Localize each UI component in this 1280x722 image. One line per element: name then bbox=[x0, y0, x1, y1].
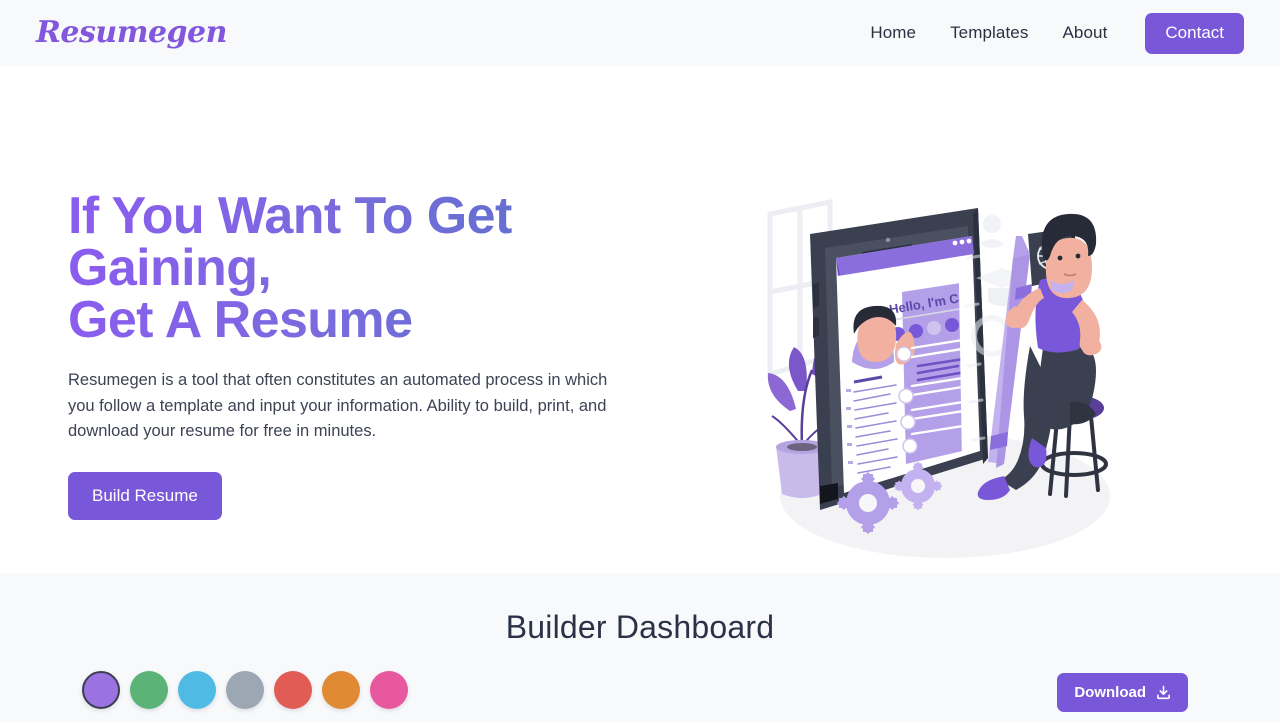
dashboard-section: Builder Dashboard Download bbox=[0, 573, 1280, 722]
download-button-label: Download bbox=[1074, 684, 1146, 701]
hero-section: If You Want To Get Gaining, Get A Resume… bbox=[0, 66, 1280, 573]
nav-link-home[interactable]: Home bbox=[870, 23, 916, 43]
nav-link-about[interactable]: About bbox=[1062, 23, 1107, 43]
color-swatch-purple[interactable] bbox=[82, 671, 120, 709]
build-resume-button[interactable]: Build Resume bbox=[68, 471, 222, 520]
color-swatch-list bbox=[82, 671, 408, 709]
contact-button[interactable]: Contact bbox=[1145, 12, 1244, 54]
download-icon bbox=[1156, 685, 1171, 700]
color-swatch-orange[interactable] bbox=[322, 671, 360, 709]
nav-link-templates[interactable]: Templates bbox=[950, 23, 1028, 43]
brand-logo[interactable]: Resumegen bbox=[36, 18, 227, 48]
color-swatch-green[interactable] bbox=[130, 671, 168, 709]
resume-document: Hello, I'm Carol! bbox=[836, 236, 980, 493]
dashboard-title: Builder Dashboard bbox=[505, 609, 775, 645]
color-swatch-pink[interactable] bbox=[370, 671, 408, 709]
hero-copy: If You Want To Get Gaining, Get A Resume… bbox=[68, 190, 668, 520]
resume-builder-illustration: Hello, I'm Carol! bbox=[740, 196, 1140, 566]
hero-heading: If You Want To Get Gaining, Get A Resume bbox=[68, 190, 668, 346]
hero-description: Resumegen is a tool that often constitut… bbox=[68, 371, 608, 441]
download-button[interactable]: Download bbox=[1057, 673, 1188, 712]
color-swatch-blue[interactable] bbox=[178, 671, 216, 709]
main-nav: Home Templates About Contact bbox=[870, 12, 1244, 54]
site-header: Resumegen Home Templates About Contact bbox=[0, 0, 1280, 66]
color-swatch-gray[interactable] bbox=[226, 671, 264, 709]
color-swatch-red[interactable] bbox=[274, 671, 312, 709]
